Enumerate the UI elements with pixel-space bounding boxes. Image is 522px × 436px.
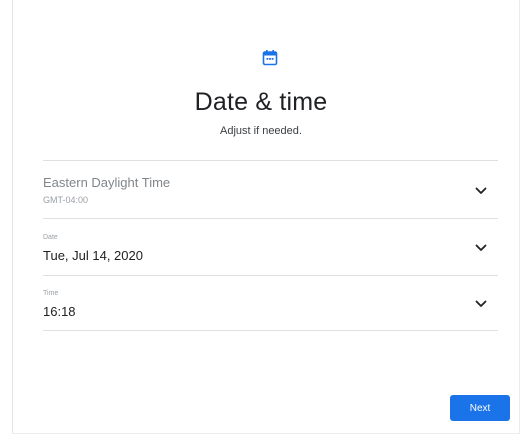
chevron-down-icon[interactable]: [475, 187, 487, 195]
date-label: Date: [43, 234, 58, 241]
date-value: Tue, Jul 14, 2020: [43, 248, 143, 263]
page-title: Date & time: [194, 88, 328, 116]
time-selector[interactable]: Time 16:18: [43, 276, 498, 330]
divider: [43, 330, 498, 331]
time-value: 16:18: [43, 304, 76, 319]
time-label: Time: [43, 290, 59, 297]
timezone-name: Eastern Daylight Time: [43, 175, 171, 190]
timezone-selector[interactable]: Eastern Daylight Time GMT-04:00: [43, 161, 498, 218]
chevron-down-icon[interactable]: [475, 300, 487, 308]
timezone-offset: GMT-04:00: [43, 195, 89, 205]
page-subtitle: Adjust if needed.: [220, 125, 302, 137]
date-selector[interactable]: Date Tue, Jul 14, 2020: [43, 219, 498, 275]
next-button[interactable]: Next: [450, 395, 510, 421]
chevron-down-icon[interactable]: [475, 244, 487, 252]
calendar-icon: [262, 50, 278, 66]
